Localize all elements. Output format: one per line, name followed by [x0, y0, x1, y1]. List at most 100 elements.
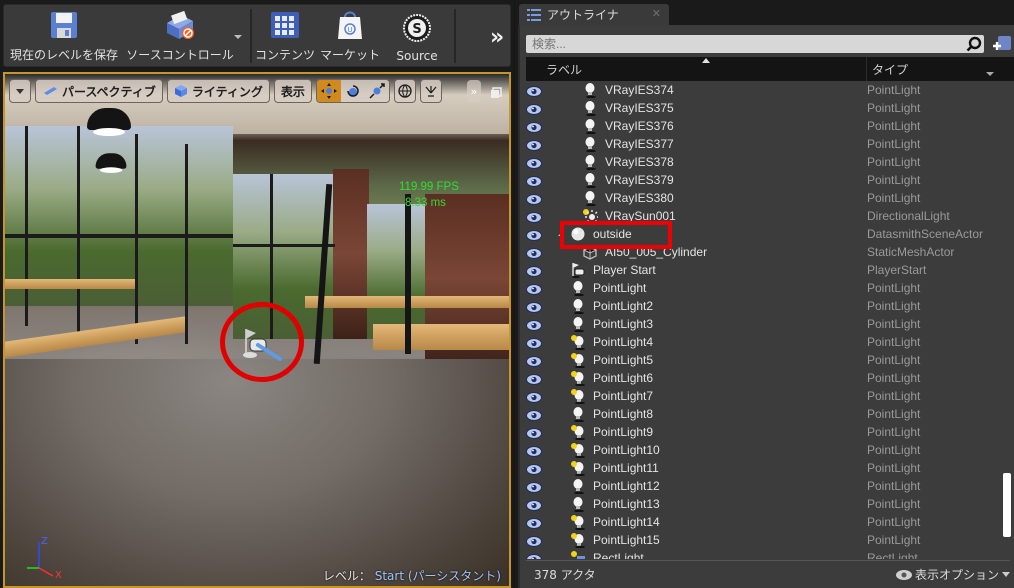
visibility-eye-icon[interactable] — [526, 372, 542, 385]
visibility-eye-icon[interactable] — [526, 516, 542, 529]
close-tab-icon[interactable]: ✕ — [652, 7, 661, 20]
visibility-eye-icon[interactable] — [526, 300, 542, 313]
visibility-eye-icon[interactable] — [526, 498, 542, 511]
outliner-row[interactable]: PointLight4 PointLight — [520, 333, 1000, 351]
visibility-eye-icon[interactable] — [526, 318, 542, 331]
pointlight-mobile-icon — [570, 352, 586, 369]
visibility-eye-icon[interactable] — [526, 534, 542, 547]
visibility-eye-icon[interactable] — [526, 102, 542, 115]
visibility-eye-icon[interactable] — [526, 426, 542, 439]
visibility-eye-icon[interactable] — [526, 228, 542, 241]
visibility-eye-icon[interactable] — [526, 84, 542, 97]
visibility-eye-icon[interactable] — [526, 552, 542, 559]
scene-desk — [373, 324, 509, 350]
outliner-row[interactable]: VRayIES374 PointLight — [520, 81, 1000, 99]
actor-label: PointLight5 — [593, 353, 654, 367]
visibility-eye-icon[interactable] — [526, 174, 542, 187]
outliner-panel: ラベル タイプ VRayIES374 PointLight VRayIES375 Po… — [518, 25, 1014, 588]
visibility-eye-icon[interactable] — [526, 462, 542, 475]
chevron-down-icon — [16, 88, 24, 94]
marketplace-label: マーケット — [319, 48, 380, 62]
visibility-eye-icon[interactable] — [526, 156, 542, 169]
player-start-actor-icon[interactable] — [240, 325, 286, 361]
content-button[interactable]: コンテンツ — [254, 5, 316, 67]
unreal-editor-window: 現在のレベルを保存 ソースコントロール コンテンツ U マーケット S Sour… — [0, 0, 1014, 588]
outliner-row[interactable]: PointLight12 PointLight — [520, 477, 1000, 495]
maximize-viewport-icon[interactable] — [490, 84, 502, 98]
actor-label: PointLight12 — [593, 479, 660, 493]
source-button[interactable]: S Source — [386, 5, 448, 67]
eye-icon — [895, 569, 912, 580]
visibility-eye-icon[interactable] — [526, 444, 542, 457]
outliner-row[interactable]: PointLight14 PointLight — [520, 513, 1000, 531]
outliner-row[interactable]: PointLight15 PointLight — [520, 531, 1000, 549]
source-control-dropdown-arrow[interactable] — [234, 35, 242, 39]
pointlight-icon — [582, 172, 598, 189]
outliner-row[interactable]: Player Start PlayerStart — [520, 261, 1000, 279]
visibility-eye-icon[interactable] — [526, 120, 542, 133]
visibility-eye-icon[interactable] — [526, 408, 542, 421]
column-label-header[interactable]: ラベル — [546, 61, 582, 78]
visibility-eye-icon[interactable] — [526, 282, 542, 295]
outliner-row[interactable]: PointLight7 PointLight — [520, 387, 1000, 405]
outliner-row[interactable]: VRayIES379 PointLight — [520, 171, 1000, 189]
actor-type: PointLight — [867, 425, 921, 439]
outliner-row[interactable]: PointLight2 PointLight — [520, 297, 1000, 315]
pointlight-icon — [570, 280, 586, 297]
tab-outliner[interactable]: アウトライナ ✕ — [519, 4, 669, 25]
pointlight-icon — [570, 298, 586, 315]
outliner-row[interactable]: PointLight PointLight — [520, 279, 1000, 297]
outliner-row[interactable]: PointLight9 PointLight — [520, 423, 1000, 441]
column-type-dropdown-icon[interactable] — [986, 72, 994, 76]
visibility-eye-icon[interactable] — [526, 246, 542, 259]
scene-floor — [5, 359, 509, 586]
visibility-eye-icon[interactable] — [526, 264, 542, 277]
outliner-scrollbar[interactable] — [1003, 473, 1011, 537]
toolbar-overflow-button[interactable]: » — [490, 25, 504, 50]
visibility-eye-icon[interactable] — [526, 480, 542, 493]
lighting-button[interactable]: ライティング — [166, 79, 270, 103]
outliner-row[interactable]: VRayIES375 PointLight — [520, 99, 1000, 117]
outliner-row[interactable]: VRayIES378 PointLight — [520, 153, 1000, 171]
pointlight-icon — [570, 496, 586, 513]
visibility-eye-icon[interactable] — [526, 336, 542, 349]
outliner-row[interactable]: PointLight8 PointLight — [520, 405, 1000, 423]
scale-tool-button[interactable] — [364, 80, 389, 102]
search-icon[interactable] — [966, 36, 982, 52]
column-divider[interactable] — [866, 57, 867, 81]
visibility-eye-icon[interactable] — [526, 210, 542, 223]
visibility-eye-icon[interactable] — [526, 354, 542, 367]
outliner-row[interactable]: VRayIES376 PointLight — [520, 117, 1000, 135]
perspective-button[interactable]: パースペクティブ — [35, 79, 163, 103]
outliner-row[interactable]: VRayIES377 PointLight — [520, 135, 1000, 153]
outliner-row[interactable]: PointLight5 PointLight — [520, 351, 1000, 369]
world-local-toggle[interactable] — [393, 79, 416, 103]
rotate-tool-button[interactable] — [340, 80, 365, 102]
column-type-header[interactable]: タイプ — [872, 61, 908, 78]
visibility-eye-icon[interactable] — [526, 390, 542, 403]
viewport-options-button[interactable] — [9, 79, 31, 103]
outliner-row[interactable]: PointLight10 PointLight — [520, 441, 1000, 459]
viewport-toolbar-overflow[interactable]: » — [467, 80, 481, 102]
marketplace-button[interactable]: U マーケット — [318, 5, 382, 67]
outliner-row[interactable]: PointLight11 PointLight — [520, 459, 1000, 477]
translate-tool-button[interactable] — [316, 80, 341, 102]
search-input[interactable] — [526, 35, 984, 53]
outliner-row[interactable]: VRayIES380 PointLight — [520, 189, 1000, 207]
visibility-eye-icon[interactable] — [526, 192, 542, 205]
level-viewport[interactable]: パースペクティブ ライティング 表示 » 119.99 FPS 8.33 ms … — [3, 72, 511, 588]
save-level-button[interactable]: 現在のレベルを保存 — [8, 5, 120, 67]
frame-time-value: 8.33 ms — [405, 197, 446, 209]
outliner-row[interactable]: RectLight RectLight — [520, 549, 1000, 559]
actor-type: PointLight — [867, 101, 921, 115]
source-control-button[interactable]: ソースコントロール — [124, 5, 236, 67]
outliner-row[interactable]: PointLight6 PointLight — [520, 369, 1000, 387]
actor-type: PointLight — [867, 479, 921, 493]
view-options-button[interactable]: 表示オプション — [895, 566, 1010, 583]
surface-snapping-button[interactable] — [419, 79, 442, 103]
show-button[interactable]: 表示 — [273, 79, 312, 103]
outliner-row[interactable]: PointLight13 PointLight — [520, 495, 1000, 513]
visibility-eye-icon[interactable] — [526, 138, 542, 151]
outliner-row[interactable]: PointLight3 PointLight — [520, 315, 1000, 333]
add-actor-folder-icon[interactable] — [992, 35, 1012, 53]
